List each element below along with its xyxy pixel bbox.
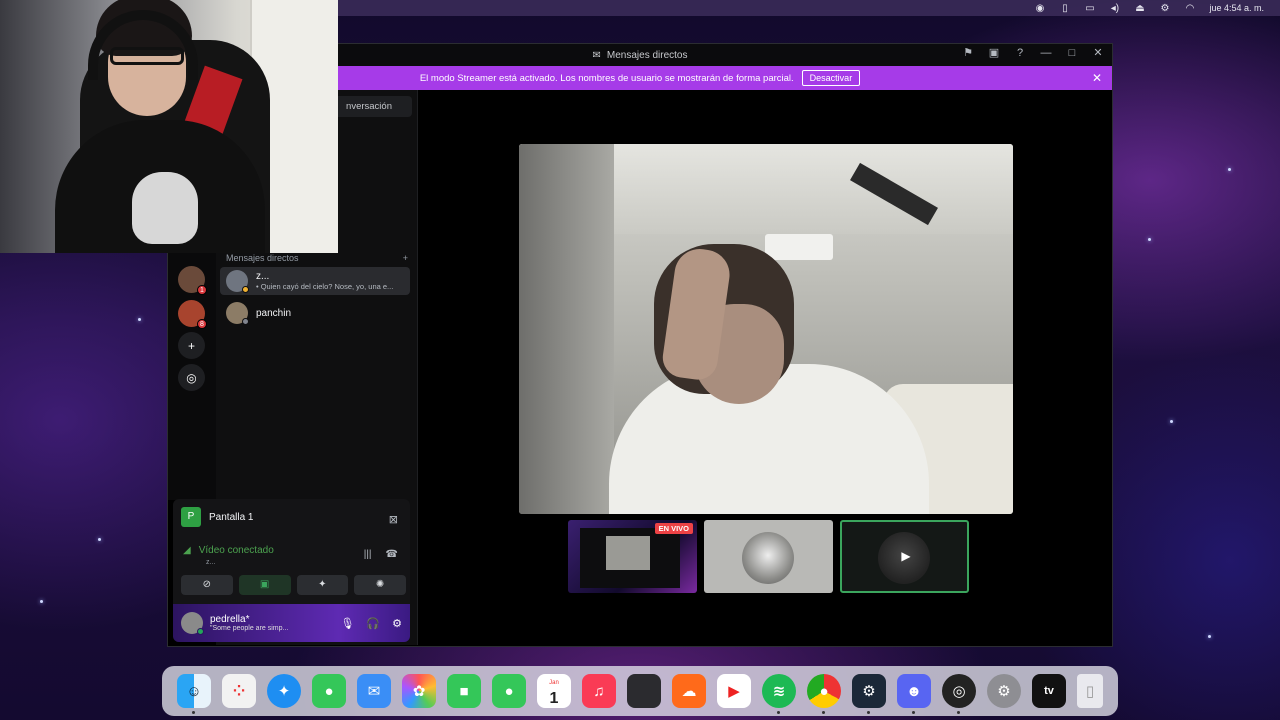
- app-store-icon[interactable]: [627, 674, 661, 708]
- username: pedrella*: [210, 614, 250, 625]
- avatar: [226, 302, 249, 325]
- finder-icon[interactable]: ☺: [177, 674, 211, 714]
- add-server-icon[interactable]: +: [178, 332, 205, 359]
- notification-badge: 1: [197, 285, 207, 295]
- dm-name: panchin: [256, 307, 292, 319]
- launchpad-icon[interactable]: ⁘: [222, 674, 256, 708]
- star: [138, 318, 141, 321]
- activities-button[interactable]: ✦: [296, 575, 349, 595]
- user-panel: pedrella* "Some people are simp... 🎙 🎧 ⚙: [173, 604, 410, 642]
- participant-avatar: [742, 532, 794, 584]
- server-avatar-2[interactable]: 8: [178, 300, 207, 329]
- system-settings-icon[interactable]: ⚙: [987, 674, 1021, 708]
- add-dm-icon[interactable]: +: [403, 253, 408, 263]
- trash-icon[interactable]: ▯: [1077, 674, 1103, 708]
- connection-sub: z...: [206, 559, 216, 566]
- maximize-button[interactable]: □: [1064, 47, 1080, 59]
- screen-share-row: P Pantalla 1: [181, 507, 253, 527]
- stop-stream-icon[interactable]: ⊠: [389, 513, 398, 526]
- participant-thumbnail[interactable]: [704, 520, 833, 593]
- spotify-icon[interactable]: ≋: [762, 674, 796, 714]
- explore-icon[interactable]: ◎: [178, 364, 205, 391]
- dm-header-label: Mensajes directos: [226, 253, 299, 263]
- messages-icon[interactable]: ●: [312, 674, 346, 708]
- voice-panel: P Pantalla 1 ⊠ ◢ Vídeo conectado z... ||…: [173, 499, 410, 642]
- dm-header: Mensajes directos +: [226, 253, 408, 263]
- eject-icon[interactable]: ⏏: [1134, 3, 1145, 14]
- clock[interactable]: jue 4:54 a. m.: [1209, 3, 1264, 13]
- server-avatar-1[interactable]: 1: [178, 266, 207, 295]
- screen-label: Pantalla 1: [209, 511, 254, 523]
- phone-icon[interactable]: ▯: [1059, 3, 1070, 14]
- dm-activity: • Quien cayó del cielo? Nose, yo, una e.…: [256, 282, 394, 291]
- self-camera-thumbnail[interactable]: ▶: [840, 520, 969, 593]
- steam-icon[interactable]: ⚙: [852, 674, 886, 714]
- star: [1170, 420, 1173, 423]
- star: [98, 538, 101, 541]
- avatar: [226, 270, 249, 293]
- star: [1228, 168, 1231, 171]
- user-circle-icon[interactable]: ◉: [1034, 3, 1045, 14]
- microphone-icon[interactable]: 🎙: [340, 617, 354, 630]
- obs-icon[interactable]: ◎: [942, 674, 976, 714]
- mail-icon[interactable]: ✉: [357, 674, 391, 708]
- dm-icon: ✉: [592, 49, 601, 61]
- youtube-icon[interactable]: ▶: [717, 674, 751, 708]
- share-screen-button[interactable]: ▣: [238, 575, 291, 595]
- dm-item[interactable]: z... • Quien cayó del cielo? Nose, yo, u…: [220, 267, 410, 295]
- main-video-feed[interactable]: [519, 144, 1013, 514]
- window-title: Mensajes directos: [606, 49, 688, 61]
- photos-icon[interactable]: ✿: [402, 674, 436, 708]
- calendar-day: 1: [549, 690, 559, 707]
- settings-gear-icon[interactable]: ⚙: [392, 617, 402, 630]
- signal-icon: ◢: [183, 545, 191, 556]
- apple-tv-icon[interactable]: tv: [1032, 674, 1066, 708]
- participant-strip: EN VIVO ▶: [568, 520, 969, 593]
- wifi-icon[interactable]: ◠: [1184, 3, 1195, 14]
- flag-icon[interactable]: ⚑: [960, 46, 976, 59]
- minimize-button[interactable]: —: [1038, 47, 1054, 59]
- star: [1148, 238, 1151, 241]
- disconnect-icon[interactable]: ☎: [386, 549, 398, 560]
- messages-2-icon[interactable]: ●: [492, 674, 526, 708]
- calendar-icon[interactable]: Jan 1: [537, 674, 571, 708]
- display-icon[interactable]: ▭: [1084, 3, 1095, 14]
- live-badge: EN VIVO: [654, 523, 693, 534]
- star: [1208, 635, 1211, 638]
- inbox-icon[interactable]: ▣: [986, 46, 1002, 59]
- deactivate-button[interactable]: Desactivar: [801, 70, 861, 86]
- soundboard-button[interactable]: ✺: [354, 575, 406, 595]
- close-banner-icon[interactable]: ✕: [1092, 71, 1102, 85]
- streamer-webcam-overlay: [0, 0, 338, 253]
- connection-label: Vídeo conectado: [198, 545, 274, 556]
- help-icon[interactable]: ?: [1012, 47, 1028, 59]
- discord-icon[interactable]: ☻: [897, 674, 931, 714]
- facetime-icon[interactable]: ■: [447, 674, 481, 708]
- video-camera-icon: ▶: [901, 549, 911, 563]
- controls-icon[interactable]: ⚙: [1159, 3, 1170, 14]
- star: [40, 600, 43, 603]
- user-status: "Some people are simp...: [210, 625, 289, 632]
- user-avatar[interactable]: [181, 612, 204, 635]
- dm-item[interactable]: panchin: [220, 299, 410, 327]
- close-button[interactable]: ✕: [1090, 46, 1106, 59]
- calendar-month: Jan: [549, 680, 559, 686]
- dock: ☺ ⁘ ✦ ● ✉ ✿ ■ ● Jan 1 ♫ ☁ ▶ ≋ ● ⚙ ☻ ◎ ⚙ …: [162, 666, 1118, 716]
- noise-icon[interactable]: |||: [364, 549, 372, 560]
- notification-badge: 8: [197, 319, 207, 329]
- connection-status: ◢ Vídeo conectado: [183, 545, 274, 556]
- chrome-icon[interactable]: ●: [807, 674, 841, 714]
- dm-name: z...: [256, 271, 270, 282]
- camera-off-button[interactable]: ⊘: [181, 575, 233, 595]
- music-icon[interactable]: ♫: [582, 674, 616, 708]
- stream-thumbnail[interactable]: EN VIVO: [568, 520, 697, 593]
- soundcloud-icon[interactable]: ☁: [672, 674, 706, 708]
- screen-tile: P: [181, 507, 201, 527]
- streamer-banner-text: El modo Streamer está activado. Los nomb…: [419, 72, 794, 84]
- headphones-icon[interactable]: 🎧: [366, 617, 380, 630]
- safari-icon[interactable]: ✦: [267, 674, 301, 708]
- volume-icon[interactable]: ◂): [1109, 3, 1120, 14]
